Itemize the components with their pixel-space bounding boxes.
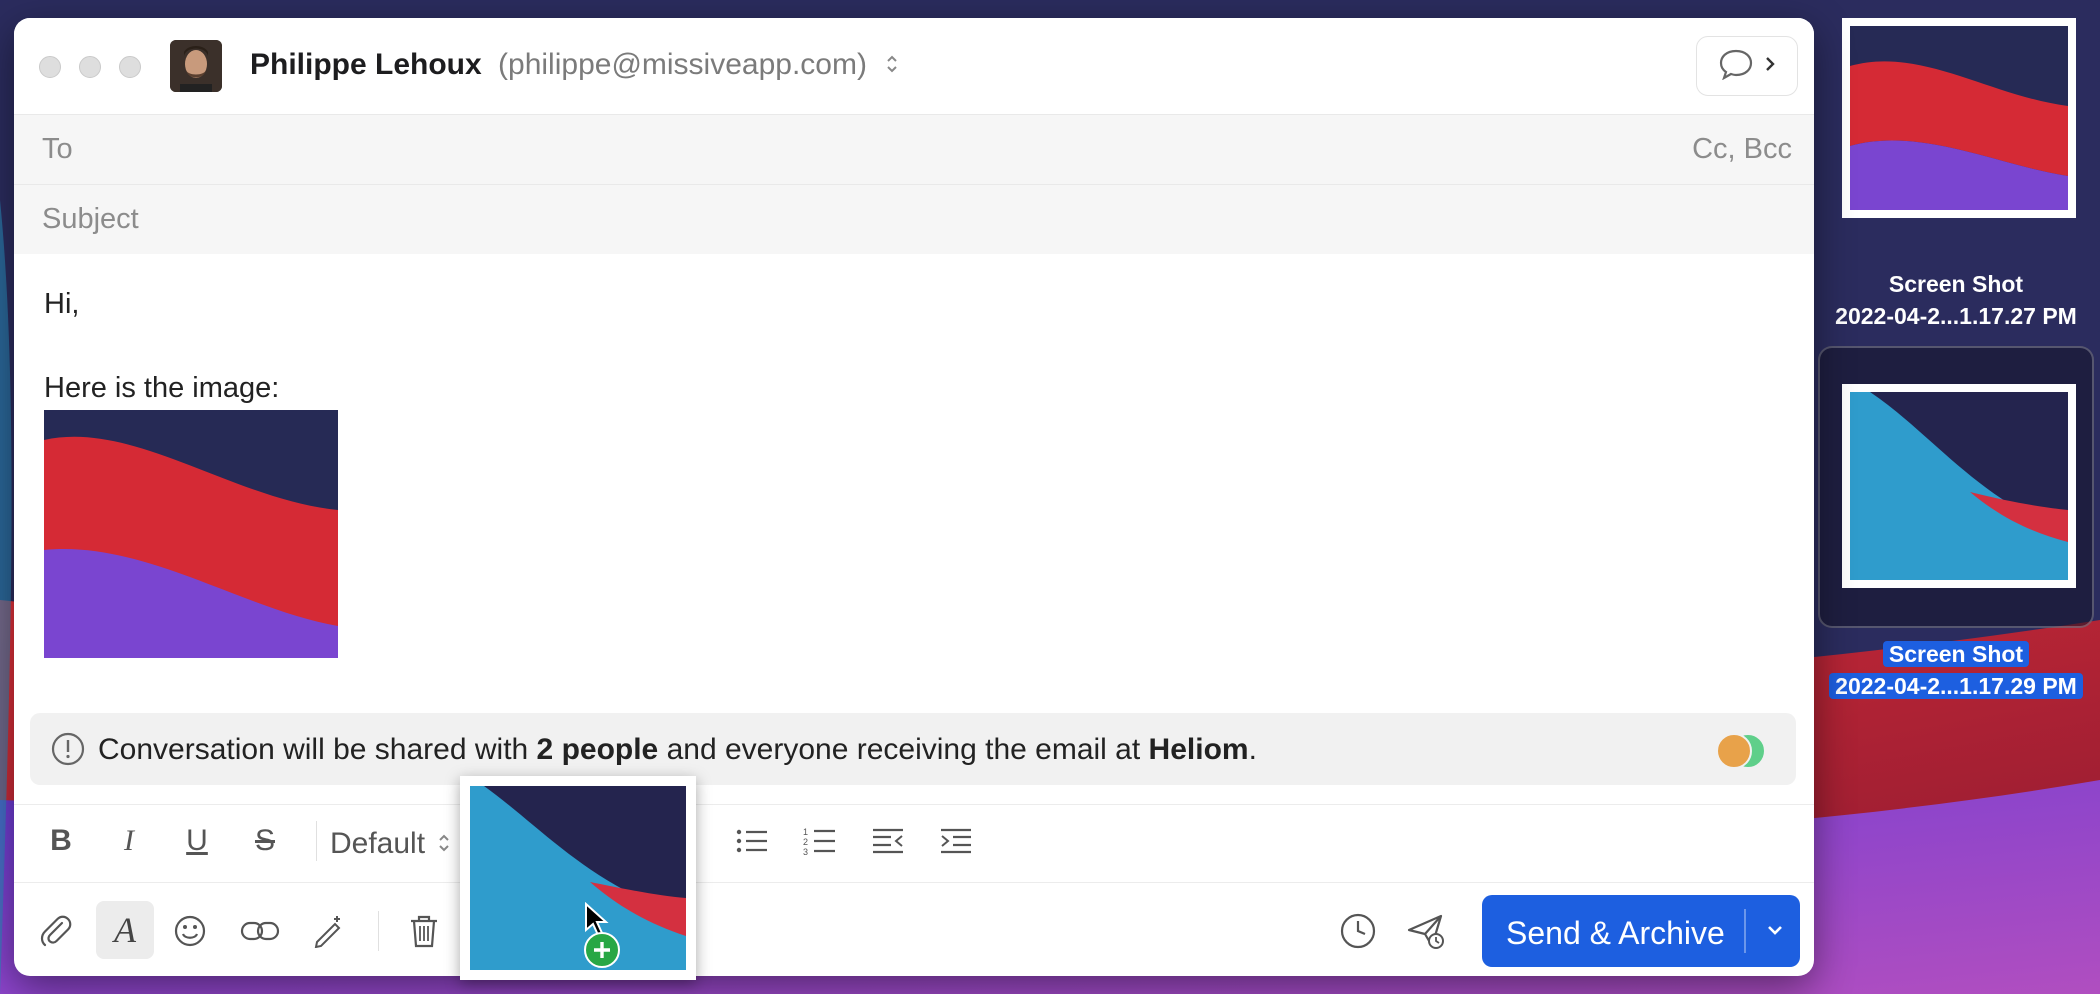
file-caption: Screen Shot 2022-04-2...1.17.29 PM	[1806, 638, 2100, 702]
drag-preview-thumbnail	[470, 786, 686, 970]
chevron-up-down-icon	[885, 49, 899, 83]
chevron-down-icon[interactable]	[1764, 919, 1786, 946]
action-toolbar: A Send & Archive	[14, 882, 1814, 976]
text-format-toggle-button[interactable]: A	[96, 901, 154, 959]
indent-icon[interactable]	[934, 819, 978, 863]
desktop-file-2[interactable]: Screen Shot 2022-04-2...1.17.29 PM	[1818, 350, 2094, 700]
send-later-icon[interactable]	[1398, 903, 1454, 959]
minimize-window-button[interactable]	[79, 56, 101, 78]
bold-button[interactable]: B	[36, 819, 86, 863]
link-icon[interactable]	[232, 905, 288, 957]
file-caption: Screen Shot 2022-04-2...1.17.27 PM	[1835, 271, 2077, 329]
outdent-icon[interactable]	[866, 819, 910, 863]
bullet-list-icon[interactable]	[730, 819, 774, 863]
divider	[1744, 909, 1746, 953]
chevron-right-icon	[1764, 55, 1776, 78]
body-greeting: Hi,	[44, 288, 80, 320]
share-org-name: Heliom	[1148, 733, 1249, 766]
chevron-up-down-icon	[437, 828, 451, 862]
svg-text:2: 2	[803, 837, 808, 847]
divider	[316, 821, 317, 861]
sender-avatar	[170, 40, 222, 92]
send-archive-label: Send & Archive	[1506, 915, 1725, 951]
chat-bubble-icon	[1718, 48, 1754, 85]
shared-with-avatars[interactable]	[1716, 733, 1768, 769]
share-people-count: 2 people	[536, 733, 659, 766]
signature-icon[interactable]	[302, 905, 354, 957]
file-thumbnail	[1842, 18, 2076, 218]
clock-icon[interactable]	[1330, 903, 1386, 959]
close-window-button[interactable]	[39, 56, 61, 78]
send-archive-button[interactable]: Send & Archive	[1482, 895, 1800, 967]
underline-button[interactable]: U	[172, 819, 222, 863]
numbered-list-icon[interactable]: 123	[798, 819, 842, 863]
to-field[interactable]: To Cc, Bcc	[14, 114, 1814, 184]
italic-button[interactable]: I	[104, 819, 154, 863]
zoom-window-button[interactable]	[119, 56, 141, 78]
compose-window: Philippe Lehoux (philippe@missiveapp.com…	[14, 18, 1814, 976]
comments-toggle-button[interactable]	[1696, 36, 1798, 96]
sender-email: (philippe@missiveapp.com)	[498, 48, 867, 81]
paperclip-icon[interactable]	[30, 905, 82, 957]
subject-field[interactable]: Subject	[14, 184, 1814, 254]
svg-text:3: 3	[803, 847, 808, 856]
formatting-toolbar: B I U S Default 123	[14, 804, 1814, 877]
sender-selector[interactable]: Philippe Lehoux (philippe@missiveapp.com…	[250, 48, 899, 83]
emoji-icon[interactable]	[164, 905, 216, 957]
strikethrough-button[interactable]: S	[240, 819, 290, 863]
info-icon	[50, 731, 86, 772]
drag-preview	[460, 776, 696, 980]
to-label: To	[42, 133, 73, 165]
desktop-file-1[interactable]: Screen Shot 2022-04-2...1.17.27 PM	[1818, 0, 2094, 340]
font-family-select[interactable]: Default	[330, 827, 451, 862]
text-format-icon: A	[114, 910, 136, 950]
share-notice-banner: Conversation will be shared with 2 peopl…	[30, 713, 1796, 785]
divider	[378, 911, 379, 951]
inline-image[interactable]	[44, 410, 338, 658]
avatar	[1716, 733, 1752, 769]
trash-icon[interactable]	[398, 905, 450, 957]
plus-badge-icon	[584, 932, 620, 968]
subject-placeholder: Subject	[42, 203, 139, 235]
sender-name: Philippe Lehoux	[250, 48, 482, 81]
file-thumbnail	[1842, 384, 2076, 588]
svg-text:1: 1	[803, 827, 808, 837]
body-line: Here is the image:	[44, 372, 280, 404]
title-bar: Philippe Lehoux (philippe@missiveapp.com…	[14, 18, 1814, 114]
share-notice-text: Conversation will be shared with 2 peopl…	[98, 733, 1257, 766]
cc-bcc-button[interactable]: Cc, Bcc	[1692, 133, 1792, 166]
